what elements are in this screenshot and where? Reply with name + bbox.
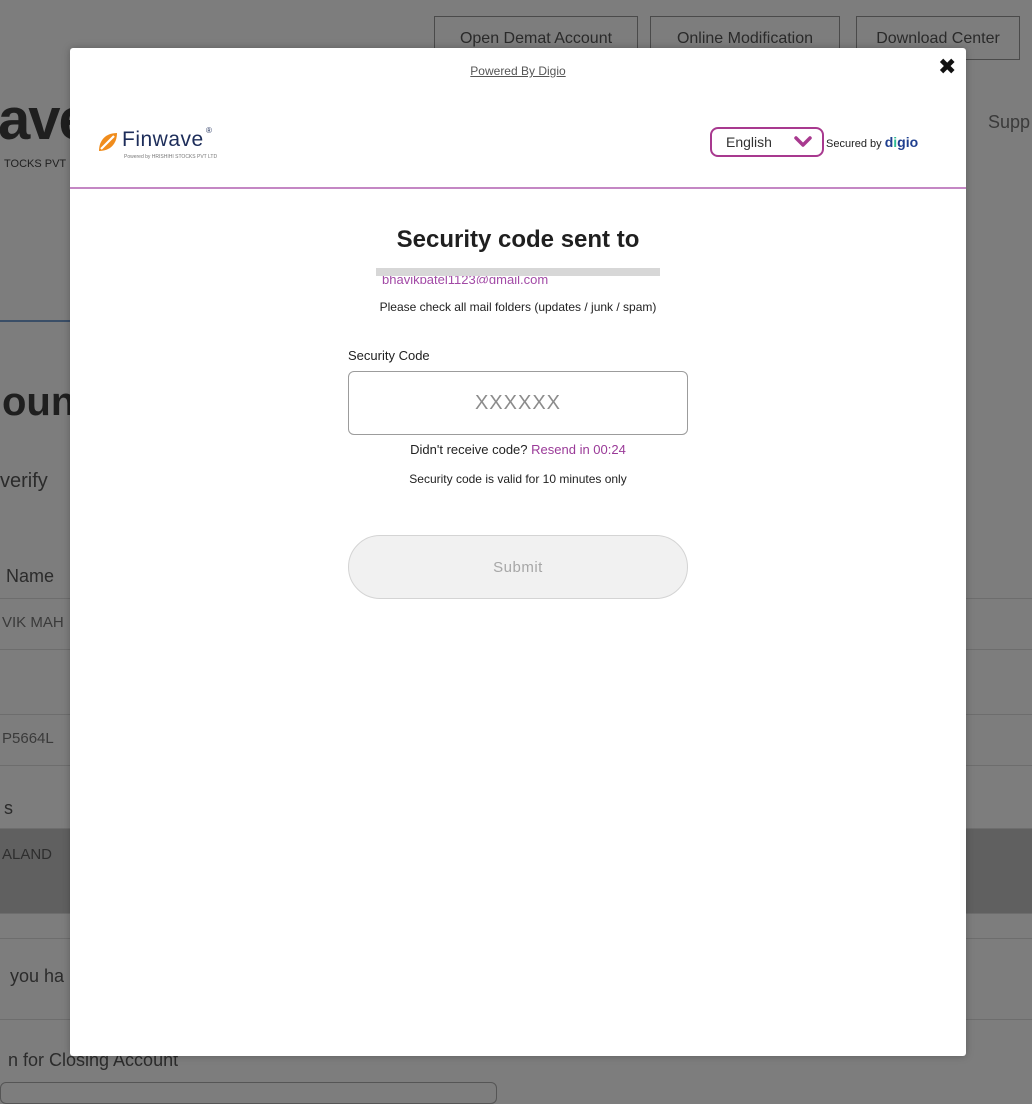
background-heading: oun (2, 380, 76, 424)
chevron-down-icon (794, 136, 812, 147)
code-validity-note: Security code is valid for 10 minutes on… (409, 472, 627, 486)
background-address-label: s (4, 798, 13, 818)
close-icon[interactable]: ✖ (938, 54, 956, 80)
digio-logo-d: d (884, 134, 894, 150)
background-question-text: you ha (10, 966, 65, 986)
background-support-link: Supp (988, 112, 1031, 132)
secured-by-digio: Secured by digio (826, 134, 918, 150)
background-pan-value: P5664L (2, 730, 54, 747)
mail-folder-hint: Please check all mail folders (updates /… (379, 300, 657, 314)
background-divider (0, 320, 70, 322)
language-select[interactable]: English (710, 127, 824, 157)
background-name-label: Name (6, 566, 55, 586)
resend-link[interactable]: Resend in 00:24 (531, 442, 626, 457)
submit-button[interactable]: Submit (348, 535, 688, 599)
security-code-label: Security Code (348, 348, 430, 363)
brand-subline: Powered by HRISHIHI STOCKS PVT LTD (124, 154, 218, 160)
powered-by-link[interactable]: Powered By Digio (70, 64, 966, 78)
resend-row: Didn't receive code? Resend in 00:24 (70, 442, 966, 457)
email-redaction-bar (376, 268, 660, 276)
brand-registered-mark: ® (206, 126, 212, 135)
modal-header-divider (70, 187, 966, 189)
digio-logo: digio (885, 134, 918, 150)
secured-by-label: Secured by (826, 138, 882, 150)
background-reason-select (0, 1082, 497, 1104)
language-selected-label: English (726, 134, 772, 150)
background-name-value: VIK MAH (2, 614, 64, 631)
masked-email: bhavikpatel1123@gmail.com (376, 268, 660, 284)
finwave-leaf-icon (99, 133, 117, 151)
resend-prompt: Didn't receive code? (410, 442, 528, 457)
background-address-value: ALAND (2, 846, 53, 863)
background-logo-subtitle: TOCKS PVT (4, 158, 67, 170)
page-title: Security code sent to (396, 226, 640, 253)
background-subtitle: verify (0, 470, 48, 492)
brand-name: Finwave (122, 128, 204, 151)
digio-logo-rest: gio (897, 134, 919, 150)
security-code-input[interactable] (348, 371, 688, 435)
verification-modal: Powered By Digio ✖ Finwave ® Powered by … (70, 48, 966, 1056)
